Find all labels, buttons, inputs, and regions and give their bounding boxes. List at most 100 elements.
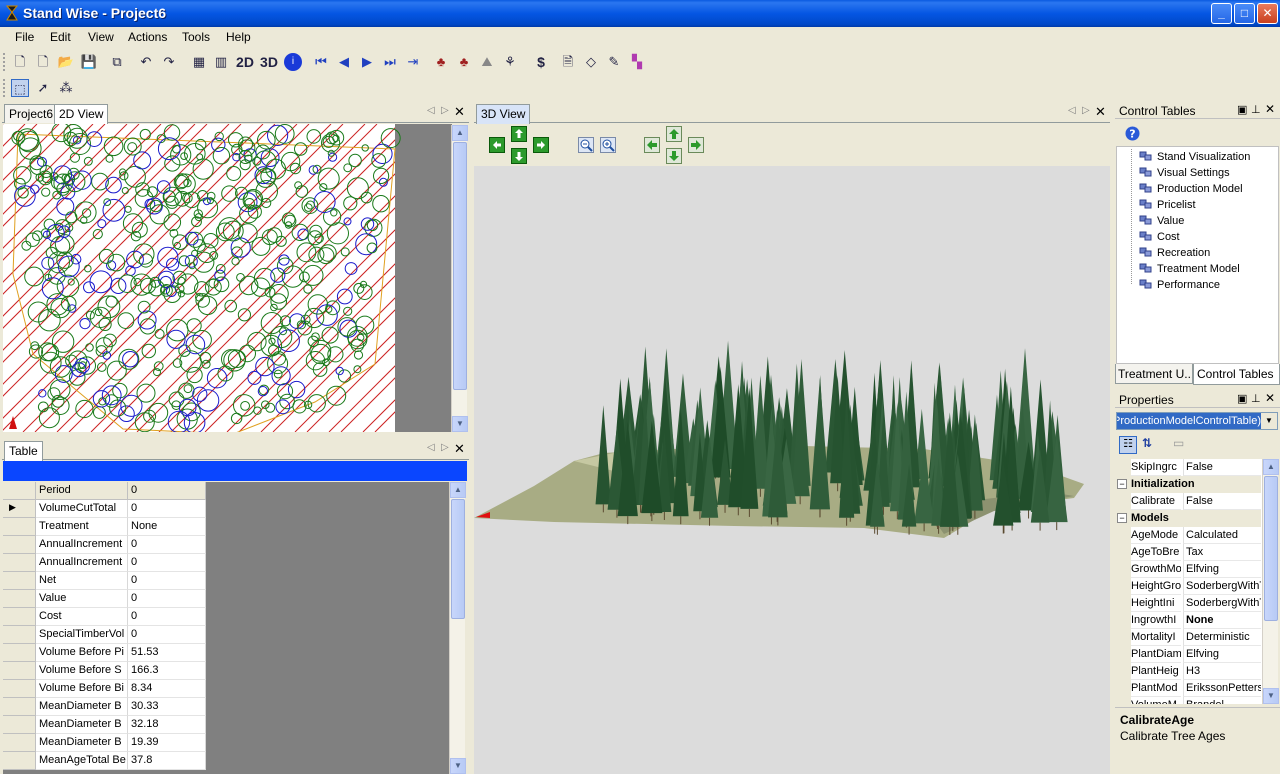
property-name[interactable]: VolumeM [1131, 697, 1181, 704]
row-header[interactable] [3, 536, 36, 554]
next-period-icon[interactable]: ▶ [358, 53, 376, 71]
table-cell-value[interactable]: 37.8 [128, 752, 206, 770]
table-cell-value[interactable]: 166.3 [128, 662, 206, 680]
table-cell-name[interactable]: Volume Before Bi [36, 680, 128, 698]
property-value[interactable]: Elfving [1183, 646, 1261, 663]
property-value[interactable]: False [1183, 493, 1261, 510]
categorized-icon[interactable]: ☷ [1119, 436, 1137, 454]
control-table-item[interactable]: Value [1139, 214, 1184, 230]
table-cell-name[interactable]: SpecialTimberVol [36, 626, 128, 644]
properties-window-position-icon[interactable]: ▣ [1237, 392, 1247, 405]
table-icon[interactable]: ▦ [190, 53, 208, 71]
table-cell-name[interactable]: Cost [36, 608, 128, 626]
window-position-icon[interactable]: ▣ [1237, 103, 1247, 116]
table-cell-value[interactable]: 8.34 [128, 680, 206, 698]
edit-icon[interactable]: ✎ [605, 53, 623, 71]
new-file-icon[interactable]: 🗋 [11, 53, 29, 71]
pointer-icon[interactable]: ➚ [34, 79, 52, 97]
property-row[interactable]: SkipIngrc False [1115, 459, 1262, 476]
object-selector[interactable]: (ProductionModelControlTable) ▼ [1116, 412, 1278, 430]
control-table-item[interactable]: Performance [1139, 278, 1220, 294]
minimize-button[interactable]: _ [1211, 3, 1232, 24]
property-pages-icon[interactable]: ▭ [1173, 436, 1184, 450]
view-2d-scrollbar[interactable]: ▲ ▼ [451, 125, 468, 432]
table-cell-name[interactable]: VolumeCutTotal [36, 500, 128, 518]
control-table-item[interactable]: Stand Visualization [1139, 150, 1250, 166]
zoom-out-icon[interactable] [578, 137, 594, 153]
last-period-icon[interactable]: ⏭ [381, 53, 399, 71]
property-value[interactable]: SoderbergWithT [1183, 595, 1261, 612]
table-cell-value[interactable]: None [128, 518, 206, 536]
table-scroll-down-icon[interactable]: ▼ [450, 758, 466, 774]
property-name[interactable]: HeightGro [1131, 578, 1181, 595]
stand-map-2d[interactable] [3, 124, 452, 432]
remove-trees-icon[interactable]: ♣ [455, 53, 473, 71]
property-row[interactable]: VolumeMBrandel [1115, 697, 1262, 704]
table-cell-value[interactable]: 0 [128, 626, 206, 644]
property-row[interactable]: AgeMode Calculated [1115, 527, 1262, 544]
property-row[interactable]: PlantHeig H3 [1115, 663, 1262, 680]
property-row[interactable]: HeightGro SoderbergWithT [1115, 578, 1262, 595]
help-icon[interactable]: ? [1125, 126, 1140, 141]
table-cell-value[interactable]: 51.53 [128, 644, 206, 662]
close-table-tab-icon[interactable]: ✕ [454, 441, 465, 457]
row-header[interactable] [3, 662, 36, 680]
view3d-tab-scroll-right-icon[interactable]: ▷ [1082, 105, 1090, 116]
close-tab-icon[interactable]: ✕ [454, 104, 465, 120]
view-3d-button[interactable]: 3D [258, 53, 280, 71]
properties-scroll-up-icon[interactable]: ▲ [1263, 459, 1279, 475]
control-table-item[interactable]: Visual Settings [1139, 166, 1230, 182]
copy-icon[interactable]: ⧉ [108, 53, 126, 71]
pin-icon[interactable]: ⊥ [1251, 103, 1261, 116]
table-scrollbar[interactable]: ▲ ▼ [449, 482, 466, 774]
pan-up-icon[interactable] [666, 126, 682, 142]
property-category[interactable]: − Models [1115, 510, 1261, 527]
row-header[interactable] [3, 554, 36, 572]
close-properties-icon[interactable]: ✕ [1265, 391, 1275, 405]
table-cell-name[interactable]: MeanDiameter B [36, 698, 128, 716]
property-name[interactable]: PlantMod [1131, 680, 1181, 697]
prev-period-icon[interactable]: ◀ [335, 53, 353, 71]
open-folder-icon[interactable]: 📂 [57, 53, 75, 71]
property-name[interactable]: Calibrate [1131, 493, 1181, 510]
property-name[interactable]: MortalityI [1131, 629, 1181, 646]
table-cell-value[interactable]: 0 [128, 608, 206, 626]
property-row[interactable]: GrowthMo Elfving [1115, 561, 1262, 578]
table-cell-name[interactable]: Net [36, 572, 128, 590]
row-header[interactable] [3, 626, 36, 644]
close-button[interactable]: ✕ [1257, 3, 1278, 24]
new-project-icon[interactable]: 🗋 [34, 53, 52, 71]
property-value[interactable]: ErikssonPetters [1183, 680, 1261, 697]
tab-scroll-left-icon[interactable]: ◁ [427, 105, 435, 116]
table-cell-name[interactable]: Volume Before S [36, 662, 128, 680]
table-cell-name[interactable]: Value [36, 590, 128, 608]
view3d-tab-scroll-left-icon[interactable]: ◁ [1068, 105, 1076, 116]
tab-table[interactable]: Table [4, 441, 43, 461]
row-header[interactable]: ▶ [3, 500, 36, 518]
report-icon[interactable]: 🗎 [559, 53, 577, 71]
first-period-icon[interactable]: ⏮ [312, 53, 330, 71]
info-icon[interactable]: i [284, 53, 302, 71]
menu-edit[interactable]: Edit [50, 30, 71, 44]
collapse-icon[interactable]: − [1117, 479, 1127, 489]
table-cell-value[interactable]: 0 [128, 590, 206, 608]
property-name[interactable]: GrowthMo [1131, 561, 1181, 578]
table-cell-value[interactable]: 30.33 [128, 698, 206, 716]
tilt-down-icon[interactable] [511, 148, 527, 164]
chart-icon[interactable]: ▥ [212, 53, 230, 71]
property-row[interactable]: IngrowthI None [1115, 612, 1262, 629]
ground-icon[interactable]: ⛰ [478, 53, 496, 71]
pan-down-icon[interactable] [666, 148, 682, 164]
table-cell-name[interactable]: AnnualIncrement [36, 536, 128, 554]
properties-pin-icon[interactable]: ⊥ [1251, 392, 1261, 405]
row-header[interactable] [3, 572, 36, 590]
property-name[interactable]: AgeMode [1131, 527, 1181, 544]
select-rect-icon[interactable]: ⬚ [11, 79, 29, 97]
undo-icon[interactable]: ↶ [137, 53, 155, 71]
jump-icon[interactable]: ⇥ [404, 53, 422, 71]
property-row[interactable]: AgeToBre Tax [1115, 544, 1262, 561]
rotate-left-icon[interactable] [489, 137, 505, 153]
rotate-right-icon[interactable] [533, 137, 549, 153]
cut-trees-icon[interactable]: ♣ [432, 53, 450, 71]
property-name[interactable]: PlantHeig [1131, 663, 1181, 680]
